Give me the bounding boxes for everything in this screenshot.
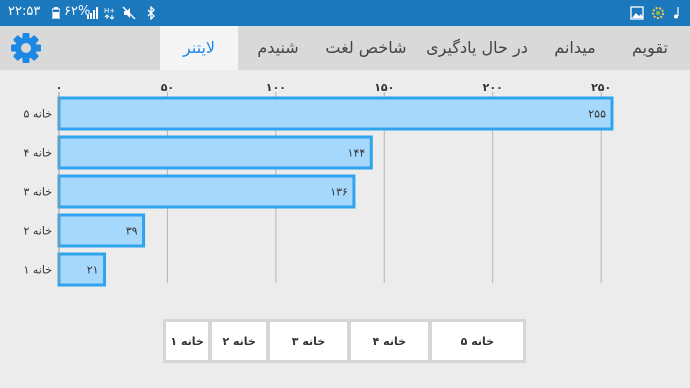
battery-icon xyxy=(52,7,60,19)
category-label: خانه ۱ xyxy=(23,264,52,277)
signal-icon xyxy=(87,7,98,19)
music-note-icon xyxy=(674,7,679,19)
chart-legend: خانه ۵ خانه ۴ خانه ۳ خانه ۲ خانه ۱ xyxy=(163,319,526,363)
bluetooth-icon xyxy=(147,6,155,20)
svg-text:H+: H+ xyxy=(104,7,115,15)
x-tick-label: ۲۰۰ xyxy=(483,81,503,94)
clock: ۲۲:۵۳ xyxy=(8,4,41,19)
x-tick-label: ۱۰۰ xyxy=(266,81,286,94)
category-label: خانه ۵ xyxy=(23,108,52,121)
status-bar: ۲۲:۵۳ ۶۲% H+ xyxy=(0,0,690,26)
bar xyxy=(57,135,373,170)
value-label: ۱۴۴ xyxy=(348,147,366,160)
tab-known[interactable]: میدانم xyxy=(538,26,612,70)
legend-item[interactable]: خانه ۳ xyxy=(270,322,347,360)
value-label: ۱۳۶ xyxy=(330,186,348,199)
mute-icon xyxy=(122,6,136,20)
legend-item[interactable]: خانه ۲ xyxy=(212,322,267,360)
tab-word-index[interactable]: شاخص لغت xyxy=(318,26,414,70)
leitner-bar-chart: ۰ ۵۰ ۱۰۰ ۱۵۰ ۲۰۰ ۲۵۰۲۵۵خانه ۵۱۴۴خانه ۴۱۳۶خانه… xyxy=(23,81,614,287)
tab-heard[interactable]: شنیدم xyxy=(240,26,316,70)
gear-icon[interactable] xyxy=(9,31,43,65)
category-label: خانه ۳ xyxy=(23,186,52,199)
tab-learning[interactable]: در حال یادگیری xyxy=(418,26,536,70)
bar xyxy=(57,96,614,131)
legend-item[interactable]: خانه ۱ xyxy=(166,322,209,360)
app-badge-icon xyxy=(652,7,664,19)
tab-leitner[interactable]: لایتنر xyxy=(160,26,238,70)
tab-calendar[interactable]: تقویم xyxy=(613,26,687,70)
x-tick-label: ۱۵۰ xyxy=(374,81,394,94)
data-icon: H+ xyxy=(104,7,115,20)
gallery-icon xyxy=(630,6,644,20)
value-label: ۳۹ xyxy=(126,225,138,238)
value-label: ۲۱ xyxy=(87,264,99,277)
x-tick-label: ۵۰ xyxy=(161,81,174,94)
category-label: خانه ۲ xyxy=(23,225,52,238)
legend-item[interactable]: خانه ۴ xyxy=(350,322,428,360)
legend-item[interactable]: خانه ۵ xyxy=(431,322,523,360)
x-tick-label: ۲۵۰ xyxy=(591,81,611,94)
tab-bar: تقویم میدانم در حال یادگیری شاخص لغت شنی… xyxy=(0,26,690,70)
bar xyxy=(57,174,356,209)
value-label: ۲۵۵ xyxy=(588,108,606,121)
category-label: خانه ۴ xyxy=(23,147,52,160)
